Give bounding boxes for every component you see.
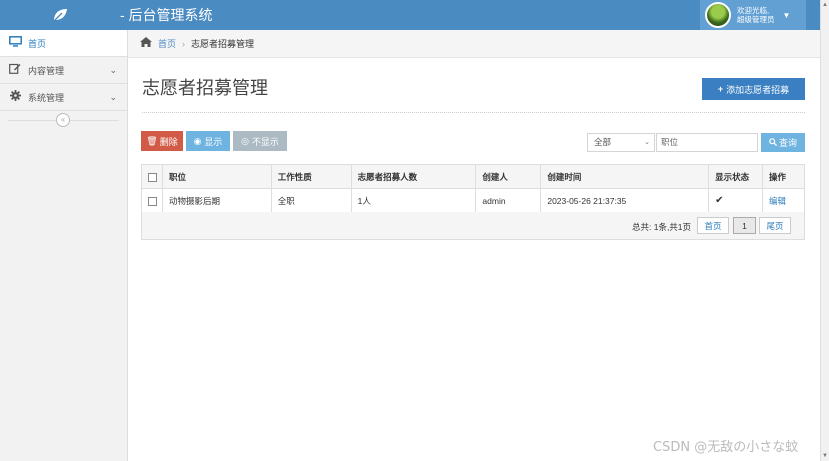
last-page-button[interactable]: 尾页 (759, 217, 791, 234)
scroll-up-arrow-icon[interactable]: ▲ (822, 2, 828, 8)
search-button[interactable]: 查询 (761, 133, 805, 152)
filter-selected-value: 全部 (594, 137, 612, 147)
pager-total: 总共: 1条,共1页 (632, 222, 692, 232)
edit-link[interactable]: 编辑 (769, 196, 786, 206)
table-header-row: 职位 工作性质 志愿者招募人数 创建人 创建时间 显示状态 操作 (141, 164, 805, 189)
sidebar-item-label: 系统管理 (28, 92, 65, 103)
gear-icon (8, 90, 22, 104)
sidebar-item-label: 首页 (28, 38, 47, 49)
select-all-cell (141, 164, 163, 189)
cell-created: 2023-05-26 21:37:35 (540, 188, 710, 213)
recruitment-table: 职位 工作性质 志愿者招募人数 创建人 创建时间 显示状态 操作 动物摄影后期 … (141, 164, 805, 213)
hide-label: 不显示 (251, 136, 279, 147)
user-menu[interactable]: 欢迎光临, 超级管理员 ▼ (700, 0, 806, 30)
pagination: 总共: 1条,共1页 首页 1 尾页 (141, 212, 805, 240)
chevron-down-icon: ⌄ (109, 64, 117, 75)
column-header: 操作 (762, 164, 805, 189)
page-title: 志愿者招募管理 (142, 78, 268, 98)
cell-position: 动物摄影后期 (161, 188, 272, 213)
user-greeting: 欢迎光临, 超级管理员 (737, 6, 775, 24)
page-number-button[interactable]: 1 (733, 217, 756, 234)
divider (142, 112, 805, 113)
cell-action: 编辑 (762, 188, 805, 213)
cell-nature: 全职 (270, 188, 352, 213)
plus-icon: + (717, 84, 724, 94)
first-page-button[interactable]: 首页 (697, 217, 729, 234)
add-recruitment-button[interactable]: + 添加志愿者招募 (702, 78, 805, 100)
breadcrumb-separator: › (182, 38, 186, 49)
chevron-down-icon: ⌄ (644, 139, 650, 146)
top-navbar: - 后台管理系统 欢迎光临, 超级管理员 ▼ (0, 0, 829, 30)
avatar (705, 2, 731, 28)
column-header[interactable]: 创建人 (475, 164, 542, 189)
column-header[interactable]: 显示状态 (708, 164, 763, 189)
column-header[interactable]: 创建时间 (540, 164, 710, 189)
cell-count: 1人 (350, 188, 477, 213)
row-checkbox[interactable] (148, 196, 157, 206)
sidebar-item-home[interactable]: 首页 (0, 30, 127, 57)
hide-button[interactable]: ◎ 不显示 (233, 131, 287, 151)
user-line-1: 欢迎光临, (737, 6, 770, 15)
column-header[interactable]: 志愿者招募人数 (350, 164, 477, 189)
search-input[interactable]: 职位 (656, 133, 758, 152)
sidebar: 首页 内容管理 ⌄ 系统管理 ⌄ « (0, 30, 128, 461)
table-row: 动物摄影后期 全职 1人 admin 2023-05-26 21:37:35 ✔… (141, 188, 805, 213)
trash-icon: 🗑︎ (146, 135, 158, 146)
home-icon (140, 37, 152, 50)
column-header[interactable]: 职位 (161, 164, 272, 189)
sidebar-item-label: 内容管理 (28, 65, 65, 76)
search-icon (769, 137, 778, 148)
scrollbar[interactable]: ▲ ▼ (820, 0, 829, 461)
cell-status: ✔ (708, 188, 763, 213)
delete-button[interactable]: 🗑︎ 删除 (141, 131, 183, 151)
watermark: CSDN @无敌の小さな蚊 (653, 440, 799, 455)
app-title: - 后台管理系统 (120, 7, 213, 23)
double-chevron-left-icon[interactable]: « (56, 113, 70, 127)
type-filter-select[interactable]: 全部 ⌄ (587, 133, 655, 152)
check-icon: ✔ (715, 195, 724, 206)
desktop-icon (8, 36, 22, 50)
chevron-down-icon: ⌄ (109, 91, 117, 102)
cell-creator: admin (475, 188, 542, 213)
select-all-checkbox[interactable] (148, 172, 157, 182)
sidebar-collapse: « (0, 111, 127, 129)
edit-icon (8, 63, 22, 77)
caret-down-icon: ▼ (782, 10, 791, 20)
show-label: 显示 (204, 136, 223, 147)
show-button[interactable]: ◉ 显示 (186, 131, 230, 151)
delete-label: 删除 (159, 136, 178, 147)
leaf-icon[interactable] (0, 0, 120, 30)
row-select-cell (141, 188, 163, 213)
scroll-down-arrow-icon[interactable]: ▼ (822, 453, 828, 459)
sidebar-item-content[interactable]: 内容管理 ⌄ (0, 57, 127, 84)
add-button-label: 添加志愿者招募 (726, 84, 790, 95)
breadcrumb: 首页 › 志愿者招募管理 (128, 30, 820, 58)
sidebar-item-system[interactable]: 系统管理 ⌄ (0, 84, 127, 111)
column-header[interactable]: 工作性质 (270, 164, 352, 189)
search-button-label: 查询 (778, 138, 797, 148)
eye-icon: ◉ (193, 135, 202, 146)
user-line-2: 超级管理员 (737, 15, 775, 24)
breadcrumb-home-link[interactable]: 首页 (158, 37, 176, 50)
eye-slash-icon: ◎ (241, 135, 249, 146)
breadcrumb-current: 志愿者招募管理 (191, 39, 255, 49)
